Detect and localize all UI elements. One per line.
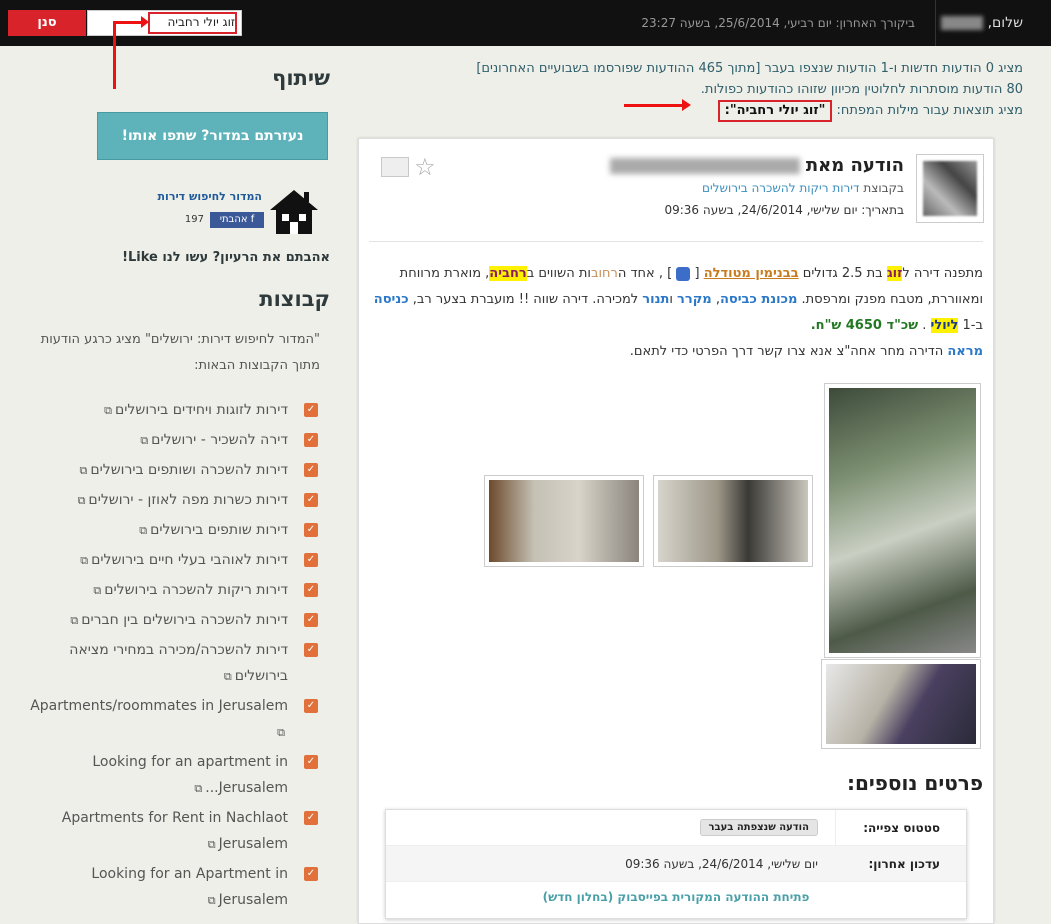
group-item[interactable]: ✓ דירה להשכיר - ירושלים⧉: [20, 427, 330, 454]
annotation-arrow: [113, 21, 143, 24]
results-info: מציג 0 הודעות חדשות ו-1 הודעות שנצפו בעב…: [383, 58, 1023, 122]
like-question: אהבתם את הרעיון? עשו לנו Like!: [122, 250, 330, 265]
post-card: הודעה מאת בקבוצת דירות ריקות להשכרה בירו…: [358, 138, 994, 924]
external-link-icon[interactable]: ⧉: [208, 832, 216, 858]
external-link-icon[interactable]: ⧉: [79, 458, 87, 484]
status-badge: הודעה שנצפתה בעבר: [699, 819, 818, 836]
group-item[interactable]: ✓ דירות להשכרה/מכירה במחירי מציאה בירושלי…: [20, 637, 330, 690]
divider: [369, 241, 983, 242]
post-actions: ☆: [375, 153, 436, 181]
group-list: ✓ דירות לזוגות ויחידים בירושלים⧉ ✓ דירה לה…: [20, 397, 330, 914]
post-date: בתאריך: יום שלישי, 24/6/2014, בשעה 09:36: [664, 203, 904, 217]
external-link-icon[interactable]: ⧉: [140, 428, 148, 454]
annotation-box: [148, 12, 237, 34]
groups-heading: קבוצות: [259, 287, 330, 311]
group-item[interactable]: ✓ Looking for an Apartment in Jerusalem⧉: [20, 861, 330, 914]
avatar[interactable]: [916, 154, 984, 223]
keywords-highlight: "זוג יולי רחביה":: [717, 100, 833, 122]
group-item[interactable]: ✓ דירות כשרות מפה לאוזן - ירושלים⧉: [20, 487, 330, 514]
author-name-blurred[interactable]: [609, 158, 800, 174]
checkbox-icon[interactable]: ✓: [304, 403, 318, 417]
checkbox-icon[interactable]: ✓: [304, 493, 318, 507]
checkbox-icon[interactable]: ✓: [304, 811, 318, 825]
external-link-icon[interactable]: ⧉: [208, 888, 216, 914]
post-photo[interactable]: [484, 475, 644, 567]
greeting: שלום,: [937, 15, 1023, 31]
info-line-hidden: 80 הודעות מוסתרות לחלוטין מכיוון שזוהו כ…: [700, 82, 1023, 97]
checkbox-icon[interactable]: ✓: [304, 553, 318, 567]
guide-box: המדור לחיפוש דירות f אהבתי 197: [20, 188, 330, 248]
post-group: בקבוצת דירות ריקות להשכרה בירושלים: [702, 181, 904, 195]
group-item[interactable]: ✓ דירות לאוהבי בעלי חיים בירושלים⧉: [20, 547, 330, 574]
external-link-icon[interactable]: ⧉: [194, 776, 202, 802]
checkbox-icon[interactable]: ✓: [304, 523, 318, 537]
external-link-icon[interactable]: ⧉: [78, 488, 86, 514]
status-label: סטטוס צפייה:: [863, 821, 940, 835]
group-link[interactable]: דירות ריקות להשכרה בירושלים: [702, 181, 860, 195]
group-item[interactable]: ✓ דירות להשכרה ושותפים בירושלים⧉: [20, 457, 330, 484]
group-item[interactable]: ✓ דירות ריקות להשכרה בירושלים⧉: [20, 577, 330, 604]
table-row: סטטוס צפייה: הודעה שנצפתה בעבר: [386, 810, 966, 846]
annotation-arrow-head: [141, 16, 149, 28]
external-link-icon[interactable]: ⧉: [139, 518, 147, 544]
share-heading: שיתוף: [272, 66, 330, 90]
groups-description: "המדור לחיפוש דירות: ירושלים" מציג כרגע …: [40, 332, 320, 373]
checkbox-icon[interactable]: ✓: [304, 433, 318, 447]
external-link-icon[interactable]: ⧉: [224, 664, 232, 690]
user-name-blurred: [941, 16, 984, 30]
more-details-heading: פרטים נוספים:: [846, 771, 983, 795]
external-link-icon[interactable]: ⧉: [104, 398, 112, 424]
keyword-highlight: ליולי: [930, 318, 959, 333]
external-link-icon[interactable]: ⧉: [93, 578, 101, 604]
checkbox-icon[interactable]: ✓: [304, 867, 318, 881]
top-divider: [935, 0, 936, 46]
post-title: הודעה מאת: [609, 155, 904, 176]
update-label: עדכון אחרון:: [868, 857, 940, 871]
external-link-icon[interactable]: ⧉: [80, 548, 88, 574]
checkbox-icon[interactable]: ✓: [304, 583, 318, 597]
external-link-icon[interactable]: ⧉: [70, 608, 78, 634]
group-item[interactable]: ✓ דירות לזוגות ויחידים בירושלים⧉: [20, 397, 330, 424]
keyword-highlight: רחביה: [489, 266, 527, 281]
group-item[interactable]: ✓ Apartments/roommates in Jerusalem⧉: [20, 693, 330, 746]
update-value: יום שלישי, 24/6/2014, בשעה 09:36: [625, 857, 818, 871]
post-photo[interactable]: [821, 659, 981, 749]
filter-button[interactable]: סנן: [8, 10, 86, 36]
street-link[interactable]: בבנימין מטודלה: [704, 266, 799, 281]
last-visit-text: ביקורך האחרון: יום רביעי, 25/6/2014, בשע…: [641, 16, 915, 30]
group-item[interactable]: ✓ דירות שותפים בירושלים⧉: [20, 517, 330, 544]
checkbox-icon[interactable]: ✓: [304, 699, 318, 713]
star-icon[interactable]: ☆: [414, 153, 436, 181]
checkbox-icon[interactable]: ✓: [304, 463, 318, 477]
facebook-like-button[interactable]: f אהבתי: [210, 212, 264, 228]
checkbox-icon[interactable]: ✓: [304, 613, 318, 627]
checkbox-icon[interactable]: ✓: [304, 755, 318, 769]
details-table: סטטוס צפייה: הודעה שנצפתה בעבר עדכון אחר…: [385, 809, 967, 919]
open-original-link[interactable]: פתיחת ההודעה המקורית בפייסבוק (בחלון חדש…: [386, 890, 966, 904]
post-photo[interactable]: [653, 475, 813, 567]
group-item[interactable]: ✓ Looking for an apartment in Jerusalem..…: [20, 749, 330, 802]
top-bar: שלום, ביקורך האחרון: יום רביעי, 25/6/201…: [0, 0, 1051, 46]
info-line-counts: מציג 0 הודעות חדשות ו-1 הודעות שנצפו בעב…: [476, 61, 1023, 76]
guide-title-link[interactable]: המדור לחיפוש דירות: [158, 190, 262, 203]
search-input[interactable]: זוג יולי רחביה: [87, 10, 242, 36]
group-item[interactable]: ✓ דירות להשכרה בירושלים בין חברים⧉: [20, 607, 330, 634]
like-count: 197: [184, 214, 204, 225]
checkbox-icon[interactable]: ✓: [304, 643, 318, 657]
group-item[interactable]: ✓ Apartments for Rent in Nachlaot Jerusal…: [20, 805, 330, 858]
share-button[interactable]: נעזרתם במדור? שתפו אותו!: [97, 112, 328, 160]
house-icon: [270, 190, 318, 234]
external-link-icon[interactable]: ⧉: [277, 720, 285, 746]
sidebar: שיתוף נעזרתם במדור? שתפו אותו! המדור לחי…: [20, 60, 330, 917]
table-row: עדכון אחרון: יום שלישי, 24/6/2014, בשעה …: [386, 846, 966, 882]
post-body: מתפנה דירה לזוג בת 2.5 גדולים בבנימין מט…: [373, 266, 983, 359]
post-photo[interactable]: [824, 383, 981, 658]
envelope-icon[interactable]: [381, 157, 409, 177]
keyword-highlight: זוג: [886, 266, 903, 281]
info-line-keywords: מציג תוצאות עבור מילות המפתח: "זוג יולי …: [383, 100, 1023, 122]
bus-icon[interactable]: [676, 266, 691, 281]
